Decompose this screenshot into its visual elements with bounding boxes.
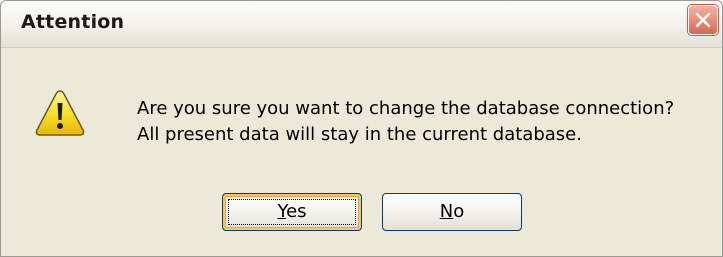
focus-rectangle <box>228 199 356 225</box>
no-button-label: o <box>453 201 465 222</box>
yes-button[interactable]: Yes <box>222 193 362 231</box>
no-button-mnemonic: N <box>439 201 454 222</box>
close-button[interactable] <box>688 5 718 35</box>
message-line-1: Are you sure you want to change the data… <box>137 98 675 119</box>
close-icon <box>695 12 711 28</box>
window-title: Attention <box>21 11 125 33</box>
title-bar[interactable]: Attention <box>1 1 722 48</box>
warning-icon <box>35 90 85 136</box>
attention-dialog: Attention Are you sure you want to chang… <box>0 0 723 257</box>
message-line-2: All present data will stay in the curren… <box>137 124 582 145</box>
message-text: Are you sure you want to change the data… <box>137 96 674 148</box>
no-button[interactable]: No <box>382 193 522 231</box>
